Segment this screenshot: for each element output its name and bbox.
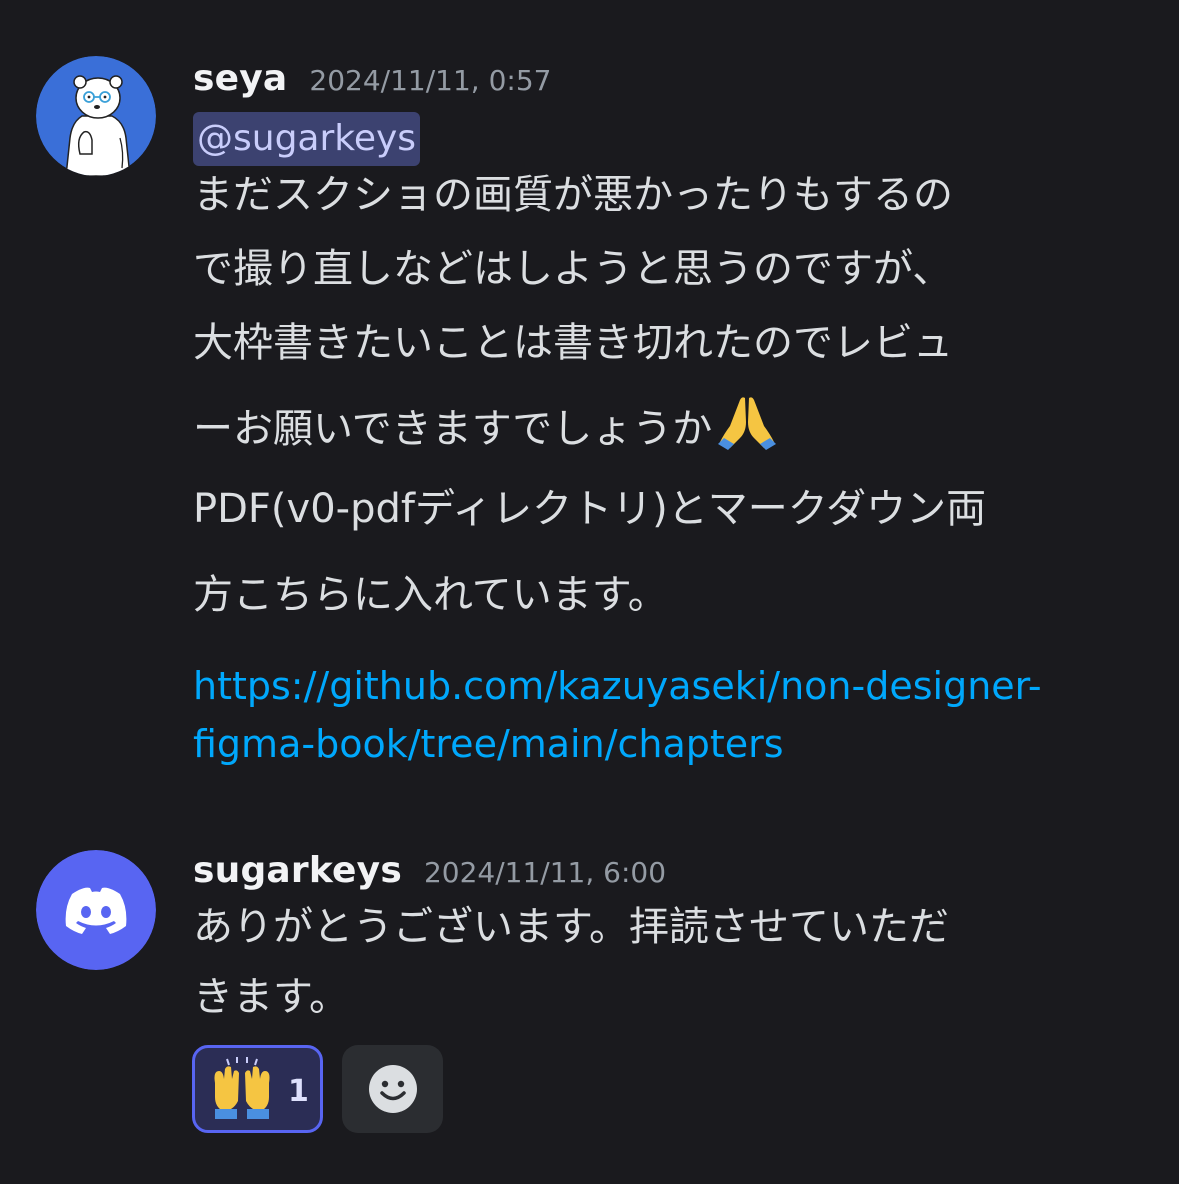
reaction-count: 1	[288, 1074, 309, 1109]
message-text-line: PDF(v0-pdfディレクトリ)とマークダウン両	[193, 486, 987, 532]
add-reaction-button[interactable]	[342, 1045, 443, 1133]
add-reaction-smiley-icon	[369, 1065, 417, 1113]
message-text-line: で撮り直しなどはしようと思うのですが、	[193, 246, 953, 292]
message-text-line: まだスクショの画質が悪かったりもするの	[193, 172, 953, 218]
message-link[interactable]: figma-book/tree/main/chapters	[193, 720, 784, 768]
message-header: sugarkeys 2024/11/11, 6:00	[193, 850, 666, 891]
reaction-raising-hands[interactable]: 1	[192, 1045, 323, 1133]
message-header: seya 2024/11/11, 0:57	[193, 58, 551, 99]
discord-logo-avatar-icon	[36, 850, 156, 970]
user-avatar-seya[interactable]	[36, 56, 156, 176]
user-mention[interactable]: @sugarkeys	[193, 112, 421, 166]
message-text-line: ありがとうございます。拝読させていただ	[193, 904, 949, 950]
timestamp: 2024/11/11, 6:00	[423, 856, 667, 889]
username[interactable]: sugarkeys	[193, 850, 402, 891]
message-text-line: 方こちらに入れています。	[193, 572, 668, 618]
username[interactable]: seya	[193, 58, 287, 99]
message-text-line: 大枠書きたいことは書き切れたのでレビュ	[193, 320, 953, 366]
message-text-line-with-emoji: ーお願いできますでしょうか	[193, 392, 778, 454]
message-link[interactable]: https://github.com/kazuyaseki/non-design…	[193, 662, 1042, 710]
message-sugarkeys: sugarkeys 2024/11/11, 6:00 ありがとうございます。拝読さ…	[0, 820, 1179, 1160]
message-text: ーお願いできますでしょうか	[193, 406, 713, 452]
timestamp: 2024/11/11, 0:57	[309, 64, 552, 97]
message-seya: seya 2024/11/11, 0:57 @sugarkeys まだスクショの画…	[0, 0, 1179, 800]
folded-hands-emoji-icon	[718, 397, 777, 450]
message-text-line: きます。	[193, 974, 349, 1020]
polar-bear-avatar-icon	[36, 56, 156, 176]
user-avatar-sugarkeys[interactable]	[36, 850, 156, 970]
raising-hands-emoji-icon	[214, 1057, 270, 1119]
